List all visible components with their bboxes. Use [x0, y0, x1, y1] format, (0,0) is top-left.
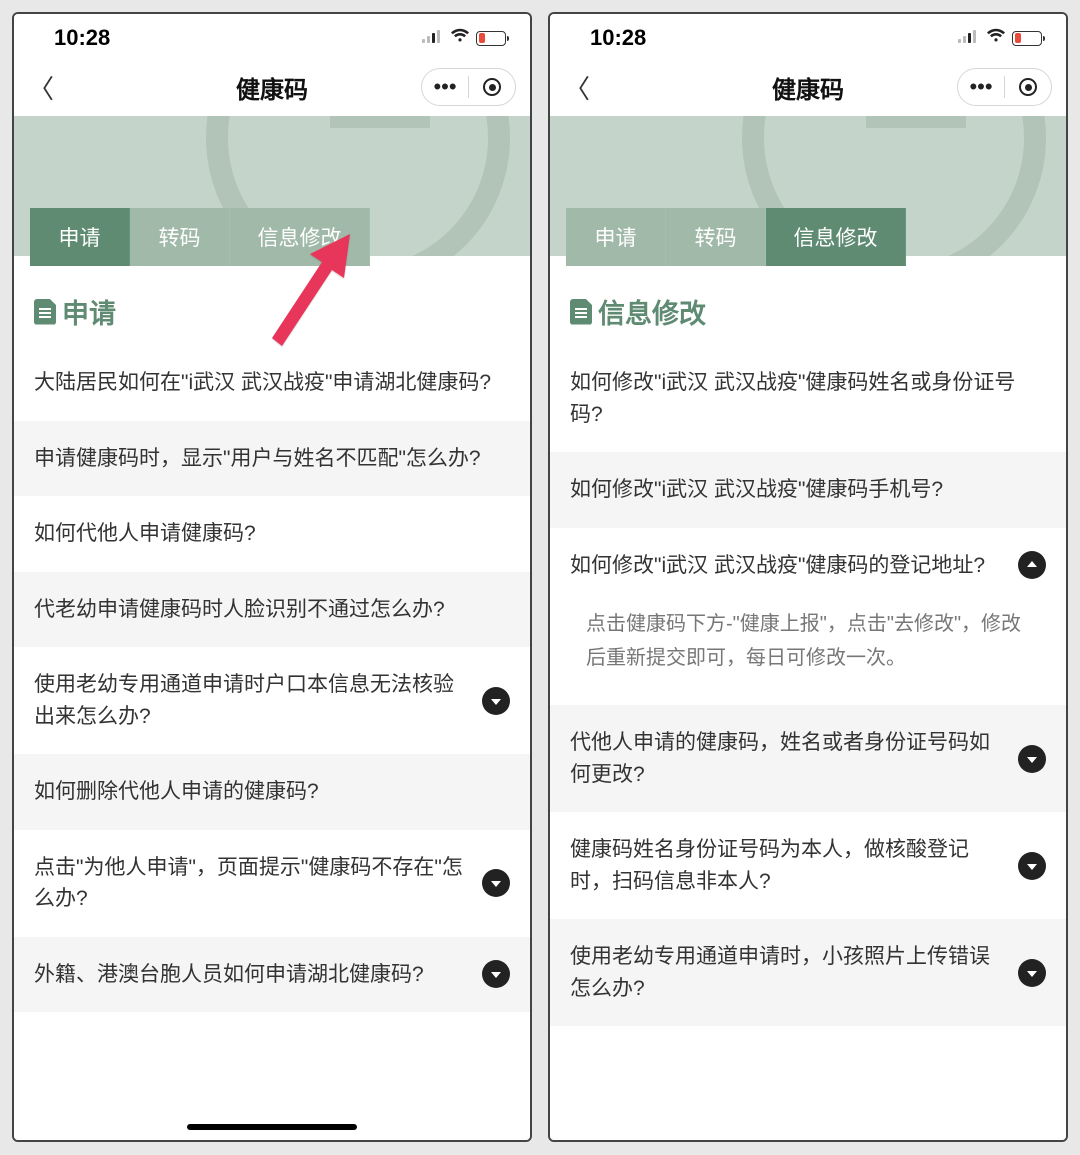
qa-item[interactable]: 如何删除代他人申请的健康码?	[14, 754, 530, 830]
qa-item[interactable]: 如何修改"i武汉 武汉战疫"健康码的登记地址?	[550, 528, 1066, 604]
qa-text: 大陆居民如何在"i武汉 武汉战疫"申请湖北健康码?	[34, 367, 510, 399]
nav-bar: 〈 健康码 •••	[14, 58, 530, 116]
tab-transfer[interactable]: 转码	[130, 208, 230, 266]
document-icon	[34, 299, 56, 325]
chevron-up-icon	[1027, 561, 1037, 567]
qa-text: 如何修改"i武汉 武汉战疫"健康码姓名或身份证号码?	[570, 367, 1046, 430]
qa-item[interactable]: 如何修改"i武汉 武汉战疫"健康码姓名或身份证号码?	[550, 345, 1066, 452]
qa-item[interactable]: 使用老幼专用通道申请时户口本信息无法核验出来怎么办?	[14, 647, 530, 754]
back-button[interactable]: 〈	[28, 69, 58, 106]
document-icon	[570, 299, 592, 325]
miniprogram-capsule: •••	[957, 68, 1052, 106]
nav-title: 健康码	[236, 70, 308, 105]
qa-text: 使用老幼专用通道申请时户口本信息无法核验出来怎么办?	[34, 669, 468, 732]
qa-list[interactable]: 如何修改"i武汉 武汉战疫"健康码姓名或身份证号码? 如何修改"i武汉 武汉战疫…	[550, 345, 1066, 1140]
capsule-menu-button[interactable]: •••	[422, 74, 468, 100]
status-bar: 10:28	[14, 14, 530, 58]
nav-bar: 〈 健康码 •••	[550, 58, 1066, 116]
section-heading: 申请	[14, 266, 530, 345]
expand-button[interactable]	[1018, 959, 1046, 987]
battery-icon	[476, 31, 506, 46]
status-time: 10:28	[54, 25, 110, 51]
back-button[interactable]: 〈	[564, 69, 594, 106]
qa-item[interactable]: 如何修改"i武汉 武汉战疫"健康码手机号?	[550, 452, 1066, 528]
chevron-down-icon	[1027, 864, 1037, 870]
qa-item[interactable]: 点击"为他人申请"，页面提示"健康码不存在"怎么办?	[14, 830, 530, 937]
chevron-down-icon	[1027, 971, 1037, 977]
expand-button[interactable]	[482, 687, 510, 715]
section-title: 申请	[62, 292, 116, 331]
qa-item[interactable]: 代他人申请的健康码，姓名或者身份证号码如何更改?	[550, 705, 1066, 812]
phone-left: 10:28 〈 健康码 ••• 申请 转码 信息修改 申请 大陆居民如何在"i武…	[12, 12, 532, 1142]
expand-button[interactable]	[482, 869, 510, 897]
qa-text: 如何修改"i武汉 武汉战疫"健康码的登记地址?	[570, 550, 1004, 582]
section-title: 信息修改	[598, 292, 706, 331]
signal-icon	[958, 29, 980, 48]
qa-text: 如何代他人申请健康码?	[34, 518, 510, 550]
target-icon	[483, 78, 501, 96]
nav-title: 健康码	[772, 70, 844, 105]
phone-right: 10:28 〈 健康码 ••• 申请 转码 信息修改 信息修改 如何修改"i武汉…	[548, 12, 1068, 1142]
tab-apply[interactable]: 申请	[566, 208, 666, 266]
qa-item[interactable]: 健康码姓名身份证号码为本人，做核酸登记时，扫码信息非本人?	[550, 812, 1066, 919]
qa-item[interactable]: 外籍、港澳台胞人员如何申请湖北健康码?	[14, 937, 530, 1013]
qa-text: 使用老幼专用通道申请时，小孩照片上传错误怎么办?	[570, 941, 1004, 1004]
qa-item[interactable]: 代老幼申请健康码时人脸识别不通过怎么办?	[14, 572, 530, 648]
qa-item[interactable]: 如何代他人申请健康码?	[14, 496, 530, 572]
status-time: 10:28	[590, 25, 646, 51]
qa-text: 申请健康码时，显示"用户与姓名不匹配"怎么办?	[34, 443, 510, 475]
tab-edit-info[interactable]: 信息修改	[230, 208, 370, 266]
qa-text: 点击"为他人申请"，页面提示"健康码不存在"怎么办?	[34, 852, 468, 915]
chevron-down-icon	[491, 699, 501, 705]
chevron-down-icon	[1027, 757, 1037, 763]
tab-edit-info[interactable]: 信息修改	[766, 208, 906, 266]
miniprogram-capsule: •••	[421, 68, 516, 106]
qa-text: 健康码姓名身份证号码为本人，做核酸登记时，扫码信息非本人?	[570, 834, 1004, 897]
capsule-close-button[interactable]	[1005, 78, 1051, 96]
qa-text: 代他人申请的健康码，姓名或者身份证号码如何更改?	[570, 727, 1004, 790]
qa-text: 外籍、港澳台胞人员如何申请湖北健康码?	[34, 959, 468, 991]
target-icon	[1019, 78, 1037, 96]
capsule-menu-button[interactable]: •••	[958, 74, 1004, 100]
chevron-down-icon	[491, 972, 501, 978]
expand-button[interactable]	[1018, 852, 1046, 880]
qa-item[interactable]: 申请健康码时，显示"用户与姓名不匹配"怎么办?	[14, 421, 530, 497]
tabs: 申请 转码 信息修改	[14, 208, 530, 266]
status-icons	[958, 28, 1042, 48]
qa-list[interactable]: 大陆居民如何在"i武汉 武汉战疫"申请湖北健康码? 申请健康码时，显示"用户与姓…	[14, 345, 530, 1140]
wifi-icon	[986, 28, 1006, 48]
expand-button[interactable]	[482, 960, 510, 988]
qa-answer: 点击健康码下方-"健康上报"，点击"去修改"，修改后重新提交即可，每日可修改一次…	[550, 603, 1066, 705]
chevron-down-icon	[491, 881, 501, 887]
expand-button[interactable]	[1018, 745, 1046, 773]
tabs: 申请 转码 信息修改	[550, 208, 1066, 266]
home-indicator	[187, 1124, 357, 1130]
tab-apply[interactable]: 申请	[30, 208, 130, 266]
capsule-close-button[interactable]	[469, 78, 515, 96]
qa-text: 代老幼申请健康码时人脸识别不通过怎么办?	[34, 594, 510, 626]
wifi-icon	[450, 28, 470, 48]
qa-item[interactable]: 使用老幼专用通道申请时，小孩照片上传错误怎么办?	[550, 919, 1066, 1026]
tab-transfer[interactable]: 转码	[666, 208, 766, 266]
collapse-button[interactable]	[1018, 551, 1046, 579]
qa-text: 如何删除代他人申请的健康码?	[34, 776, 510, 808]
qa-text: 如何修改"i武汉 武汉战疫"健康码手机号?	[570, 474, 1046, 506]
status-bar: 10:28	[550, 14, 1066, 58]
battery-icon	[1012, 31, 1042, 46]
qa-item[interactable]: 大陆居民如何在"i武汉 武汉战疫"申请湖北健康码?	[14, 345, 530, 421]
signal-icon	[422, 29, 444, 48]
section-heading: 信息修改	[550, 266, 1066, 345]
status-icons	[422, 28, 506, 48]
